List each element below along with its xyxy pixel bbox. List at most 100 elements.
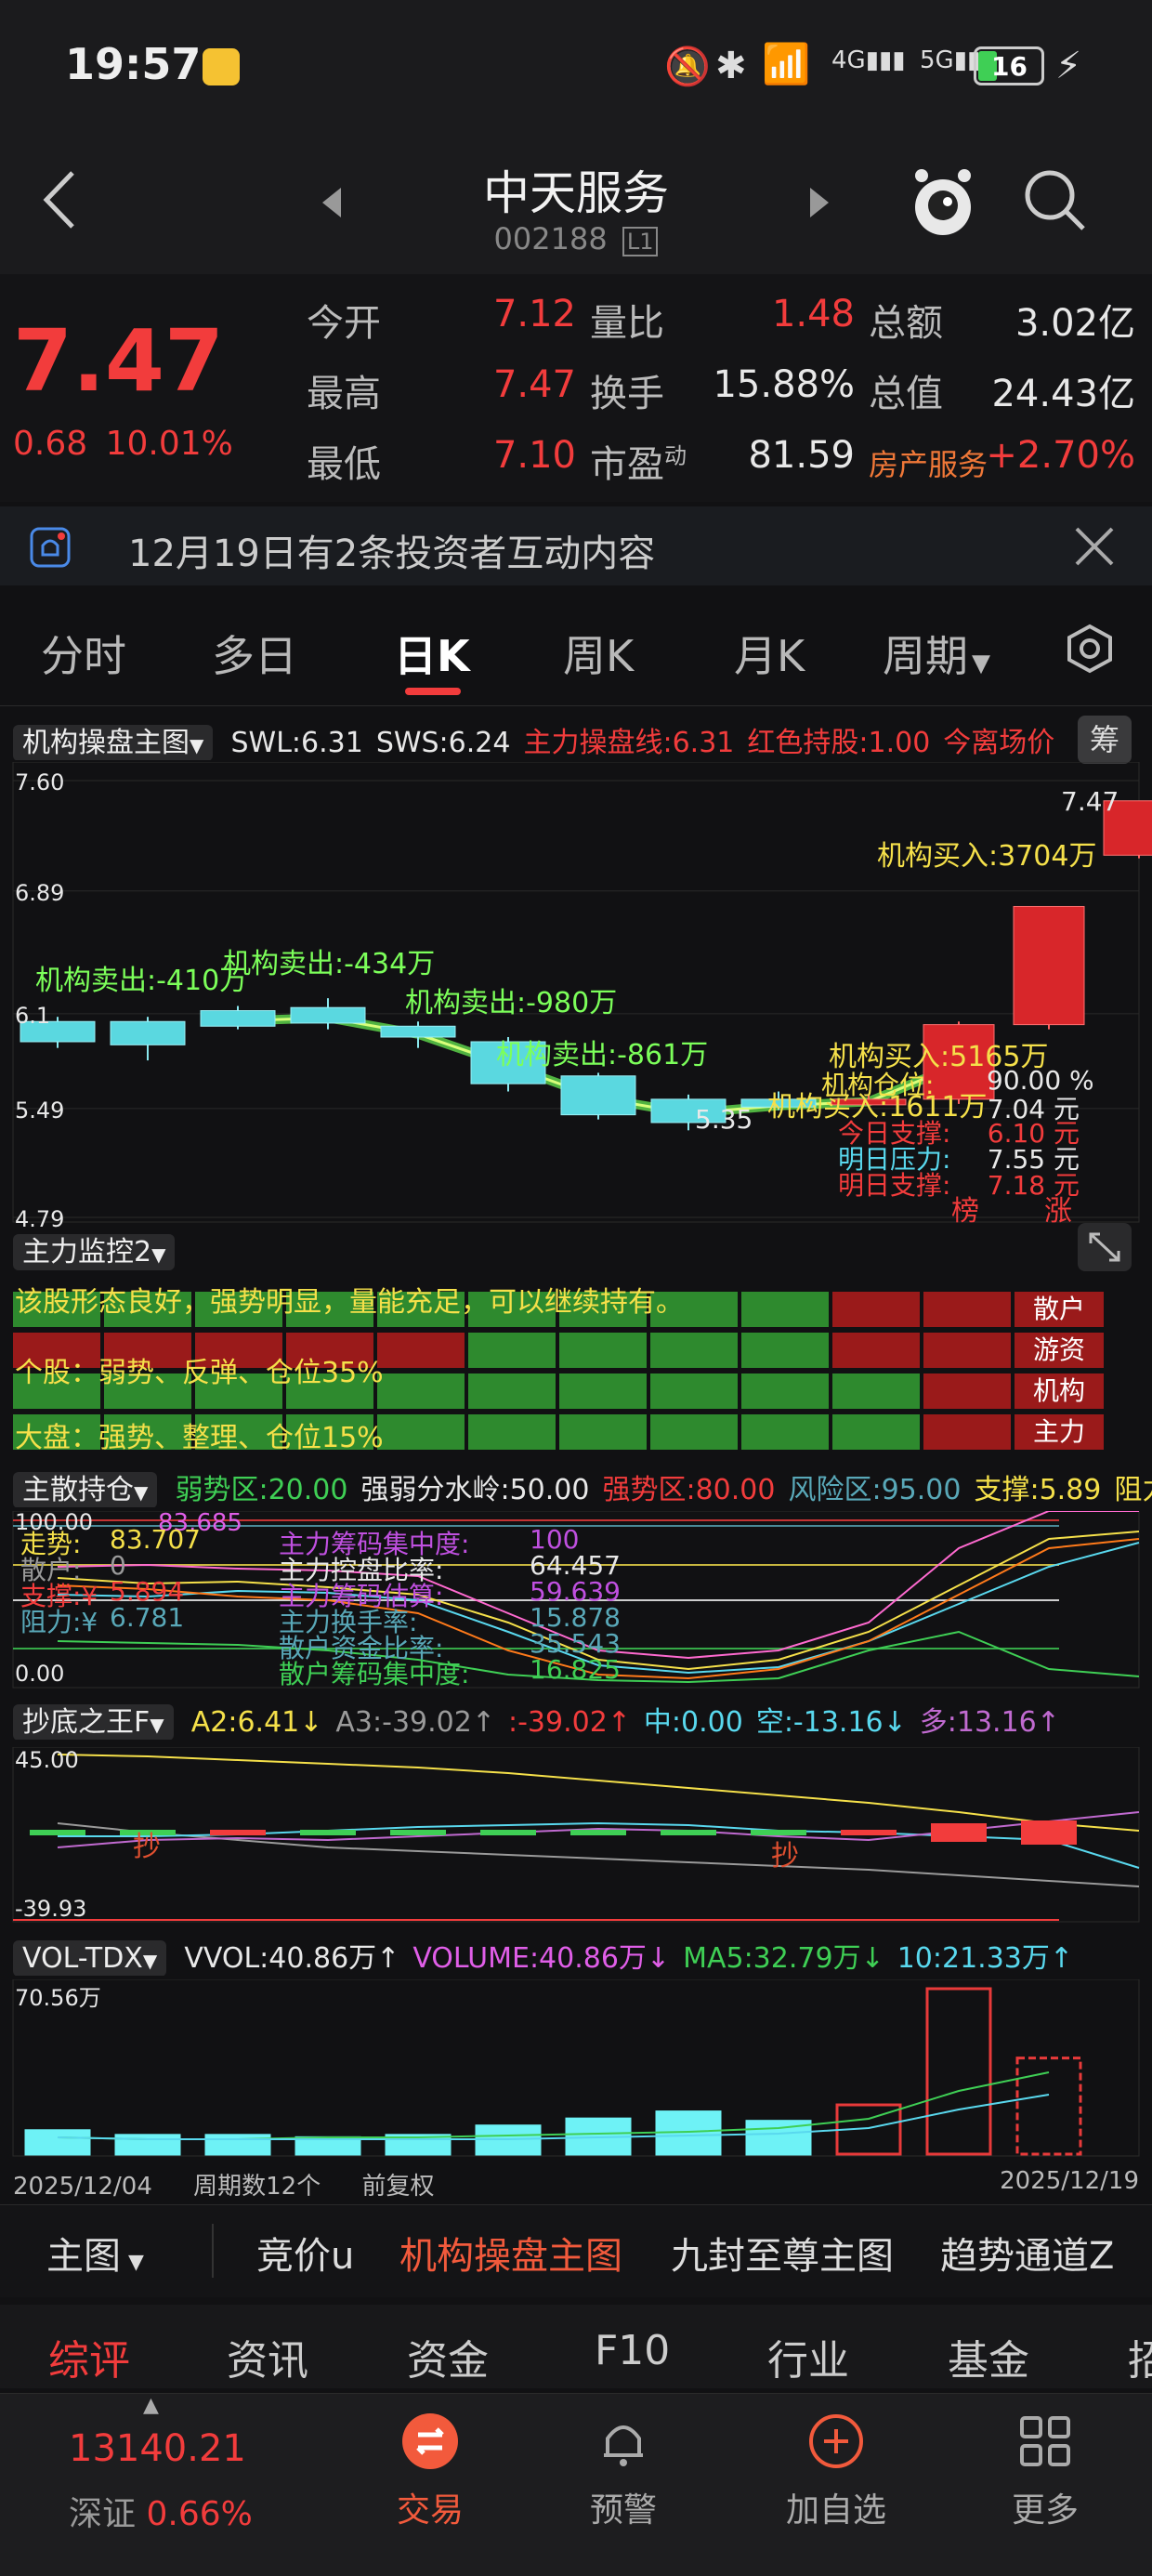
volume-chart[interactable]: [0, 1979, 1152, 2161]
indicator-value: 支撑:5.89: [974, 1474, 1102, 1506]
quote-label-pe: 市盈动: [590, 434, 687, 488]
monitor-cell: [741, 1373, 829, 1409]
indicator-value: VVOL:40.86万↑: [184, 1942, 400, 1975]
section-tab[interactable]: 资讯: [227, 2327, 308, 2386]
wifi-icon: 📶: [762, 41, 811, 86]
caret-down-icon: ▼: [142, 1950, 158, 1972]
monitor-cell: [468, 1333, 556, 1368]
caret-down-icon: ▼: [150, 1714, 164, 1736]
add-watchlist-label: 加自选: [785, 2491, 886, 2530]
bottom-selector[interactable]: 抄底之王F▼: [13, 1704, 174, 1740]
next-stock-icon[interactable]: [808, 186, 831, 223]
chips-button-label: 筹: [1089, 722, 1119, 757]
expand-icon[interactable]: [1078, 1223, 1132, 1271]
monitor-selector[interactable]: 主力监控2▼: [13, 1234, 176, 1270]
main-indicator-selector[interactable]: 机构操盘主图▼: [13, 725, 214, 760]
tab-daily-k[interactable]: 日K: [394, 623, 470, 684]
caret-down-icon: ▼: [128, 2251, 144, 2274]
hold-selector[interactable]: 主散持仓▼: [13, 1472, 158, 1507]
settings-icon[interactable]: [1064, 623, 1116, 678]
monitor-cell: [832, 1333, 920, 1368]
search-icon[interactable]: [1022, 167, 1087, 236]
divider: [212, 2224, 214, 2278]
signal-bar: [570, 1830, 626, 1835]
main-chart-dropdown[interactable]: 主图 ▼: [46, 2226, 144, 2280]
monitor-cell: [923, 1414, 1011, 1450]
chart-option[interactable]: 九封至尊主图: [671, 2226, 894, 2280]
chart-option[interactable]: 竞价u: [256, 2226, 354, 2280]
monitor-cell: [559, 1333, 647, 1368]
section-tab-active[interactable]: 综评: [48, 2327, 130, 2386]
alert-button[interactable]: 预警: [563, 2412, 684, 2531]
trade-button[interactable]: 交易: [370, 2412, 491, 2531]
bottom-indicator-row: 抄底之王F▼ A2:6.41↓ A3:-39.02↑:-39.02↑ 中:0.00 空…: [13, 1699, 1152, 1740]
signal-bar: [480, 1830, 536, 1835]
section-tab[interactable]: 资金: [407, 2327, 489, 2386]
section-tab[interactable]: 行业: [767, 2327, 849, 2386]
trade-icon: [402, 2413, 458, 2469]
volume-bar: [925, 1987, 992, 2156]
monitor-cell: [650, 1373, 738, 1409]
candle: [200, 1010, 276, 1027]
y-tick-label: 5.49: [15, 1097, 65, 1124]
add-watchlist-button[interactable]: 加自选: [776, 2412, 897, 2531]
monitor-cell: [377, 1373, 465, 1409]
quote-value: 7.10: [492, 434, 576, 477]
mascot-icon[interactable]: [910, 163, 975, 241]
quote-label: 总额: [869, 302, 943, 345]
chart-option[interactable]: 趋势通道Z: [940, 2226, 1114, 2280]
last-price: 7.47: [13, 311, 224, 411]
chart-annotation: 5.35: [695, 1104, 753, 1135]
candle: [110, 1020, 186, 1045]
quote-label: 最低: [307, 443, 381, 486]
section-tab[interactable]: F10: [595, 2327, 670, 2374]
chart-annotation: 机构卖出:-861万: [496, 1039, 709, 1071]
index-value[interactable]: 13140.21: [69, 2427, 246, 2470]
main-indicator-selector-label: 机构操盘主图: [22, 727, 190, 759]
indicator-value: 10:21.33万↑: [897, 1942, 1074, 1975]
monitor-cell: [832, 1414, 920, 1450]
nav-bar: 中天服务 002188 L1: [0, 139, 1152, 274]
signal-bar: [30, 1830, 85, 1835]
vol-indicator-row: VOL-TDX▼ VVOL:40.86万↑ VOLUME:40.86万↓ MA5:3…: [13, 1935, 1152, 1976]
tab-period[interactable]: 周期 ▼: [883, 623, 990, 684]
quote-value: 81.59: [748, 434, 855, 477]
section-tab[interactable]: 招: [1128, 2327, 1152, 2386]
battery-level: 16: [991, 51, 1028, 82]
tab-multiday[interactable]: 多日: [212, 623, 297, 684]
list-tag[interactable]: 涨: [1044, 1188, 1072, 1229]
caret-down-icon: ▼: [190, 734, 204, 756]
main-chart-dropdown-label: 主图: [46, 2235, 121, 2278]
more-button[interactable]: 更多: [985, 2412, 1106, 2531]
tab-monthly-k[interactable]: 月K: [734, 623, 805, 684]
monitor-cell: [559, 1414, 647, 1450]
chips-button[interactable]: 筹: [1078, 716, 1132, 764]
close-icon[interactable]: [1073, 525, 1116, 572]
level-badge: L1: [622, 227, 659, 256]
sector-name[interactable]: 房产服务: [869, 441, 988, 484]
index-info[interactable]: 深证 0.66%: [69, 2487, 253, 2535]
vol-selector[interactable]: VOL-TDX▼: [13, 1940, 167, 1976]
monitor-cell: [741, 1333, 829, 1368]
chart-option-active[interactable]: 机构操盘主图: [399, 2226, 622, 2280]
caret-down-icon: ▼: [151, 1243, 166, 1266]
adjust-type: 前复权: [361, 2173, 435, 2201]
indicator-value: MA5:32.79万↓: [683, 1942, 884, 1975]
status-time: 19:57: [65, 39, 202, 89]
mail-icon: [203, 48, 240, 85]
tab-intraday[interactable]: 分时: [41, 623, 126, 684]
caret-down-icon: ▼: [134, 1481, 149, 1504]
sector-change[interactable]: +2.70%: [985, 434, 1135, 477]
monitor-cell: [377, 1414, 465, 1450]
section-tab[interactable]: 基金: [948, 2327, 1029, 2386]
chart-annotation: 机构卖出:-980万: [405, 987, 618, 1019]
notice-bar[interactable]: 12月19日有2条投资者互动内容: [0, 506, 1152, 585]
y-tick-label: 6.1: [15, 1002, 51, 1029]
list-tag[interactable]: 榜: [951, 1188, 979, 1229]
indicator-value: SWL:6.31: [230, 727, 363, 759]
volume-bar: [24, 2129, 91, 2156]
tab-weekly-k[interactable]: 周K: [563, 623, 634, 684]
chart-selector-bar: 主图 ▼ 竞价u 机构操盘主图 九封至尊主图 趋势通道Z: [0, 2204, 1152, 2297]
bottom-chart[interactable]: [0, 1747, 1152, 1924]
monitor-label: 游资: [1015, 1333, 1104, 1368]
